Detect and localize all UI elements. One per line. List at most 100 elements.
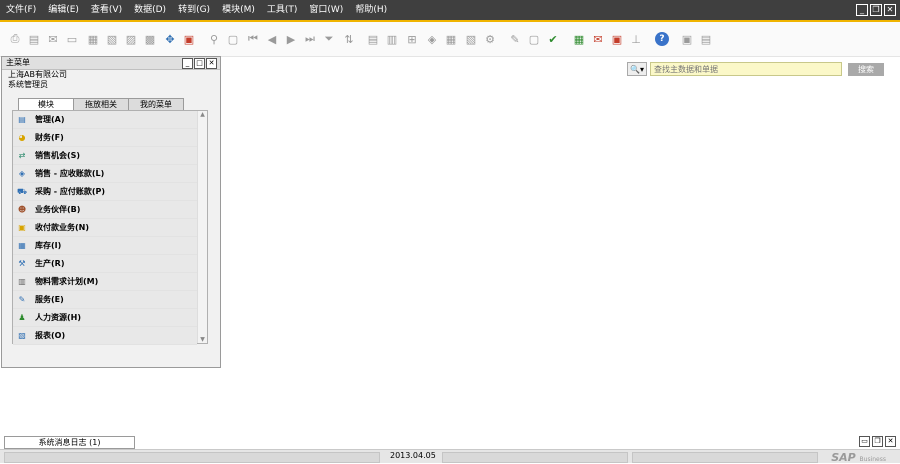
print-icon[interactable]: ▤ (27, 32, 41, 46)
menu-help[interactable]: 帮助(H) (349, 0, 393, 20)
production-icon: ⚒ (18, 259, 26, 268)
service-icon: ✎ (18, 295, 26, 304)
export-word-icon[interactable]: ▧ (105, 32, 119, 46)
sms-icon[interactable]: ▭ (65, 32, 79, 46)
module-label: 人力资源(H) (35, 313, 82, 322)
search-button[interactable]: 搜索 (848, 62, 884, 76)
module-label: 生产(R) (35, 259, 65, 268)
tab-my-menu[interactable]: 我的菜单 (128, 98, 184, 110)
status-bar: 2013.04.05 SAP Business (0, 449, 900, 464)
relationship-map-icon[interactable]: ⊞ (405, 32, 419, 46)
message-log-minimize-button[interactable]: ▭ (859, 436, 870, 447)
message-log-close-button[interactable]: ✕ (885, 436, 896, 447)
target-document-icon[interactable]: ▥ (385, 32, 399, 46)
calendar-icon[interactable]: ▦ (572, 32, 586, 46)
module-item-finance[interactable]: ◕ 财务(F) (13, 129, 197, 147)
chart-icon[interactable]: ▦ (444, 32, 458, 46)
scroll-up-icon[interactable]: ▲ (198, 111, 207, 118)
purchase-cart-icon: ⛟ (16, 186, 28, 196)
user-settings-icon[interactable]: ▤ (699, 32, 713, 46)
filter-icon[interactable]: ⏷ (322, 32, 336, 46)
close-window-button[interactable]: ✕ (884, 4, 896, 16)
user-name: 系统管理员 (8, 80, 48, 89)
move-icon[interactable]: ✥ (163, 32, 177, 46)
module-item-service[interactable]: ✎ 服务(E) (13, 291, 197, 309)
messages-icon[interactable]: ✉ (591, 32, 605, 46)
module-item-inventory[interactable]: ▦ 库存(I) (13, 237, 197, 255)
module-item-sales-ar[interactable]: ◈ 销售 - 应收账款(L) (13, 165, 197, 183)
menu-goto[interactable]: 转到(G) (172, 0, 216, 20)
menu-tools[interactable]: 工具(T) (261, 0, 304, 20)
lock-icon[interactable]: ▣ (182, 32, 196, 46)
settings-icon[interactable]: ⚙ (483, 32, 497, 46)
new-document-icon[interactable]: ▢ (527, 32, 541, 46)
menu-bar: 文件(F) 编辑(E) 查看(V) 数据(D) 转到(G) 模块(M) 工具(T… (0, 0, 900, 22)
main-menu-minimize-button[interactable]: _ (182, 58, 193, 69)
status-segment (442, 452, 628, 463)
toolbar: ⎙ ▤ ✉ ▭ ▦ ▧ ▨ ▩ ✥ ▣ ⚲ ▢ ⏮ ◀ ▶ ⏭ ⏷ ⇅ ▤ ▥ … (0, 22, 900, 57)
system-date: 2013.04.05 (390, 451, 436, 460)
main-menu-close-button[interactable]: ✕ (206, 58, 217, 69)
module-label: 报表(O) (35, 331, 66, 340)
approve-icon[interactable]: ✔ (546, 32, 560, 46)
main-menu-maximize-button[interactable]: □ (194, 58, 205, 69)
menu-data[interactable]: 数据(D) (128, 0, 172, 20)
find-icon[interactable]: ⚲ (207, 32, 221, 46)
module-item-banking[interactable]: ▣ 收付款业务(N) (13, 219, 197, 237)
module-item-reports[interactable]: ▧ 报表(O) (13, 327, 197, 345)
add-icon[interactable]: ▢ (226, 32, 240, 46)
module-item-administration[interactable]: ▤ 管理(A) (13, 111, 197, 129)
print-preview-icon[interactable]: ⎙ (8, 32, 22, 46)
payment-icon: ▣ (18, 223, 26, 232)
module-label: 销售机会(S) (35, 151, 81, 160)
first-record-icon[interactable]: ⏮ (246, 32, 260, 46)
tab-drag-relate[interactable]: 拖放相关 (73, 98, 129, 110)
sort-icon[interactable]: ⇅ (342, 32, 356, 46)
module-item-opportunities[interactable]: ⇄ 销售机会(S) (13, 147, 197, 165)
opportunity-icon: ⇄ (18, 151, 26, 160)
export-excel-icon[interactable]: ▨ (124, 32, 138, 46)
scroll-down-icon[interactable]: ▼ (198, 336, 207, 343)
module-item-production[interactable]: ⚒ 生产(R) (13, 255, 197, 273)
hr-icon: ♟ (18, 313, 26, 322)
minimize-window-button[interactable]: _ (856, 4, 868, 16)
layout-icon[interactable]: ▧ (464, 32, 478, 46)
org-chart-icon[interactable]: ⊥ (629, 32, 643, 46)
system-message-log-tab[interactable]: 系统消息日志 (1) (4, 436, 135, 449)
module-item-mrp[interactable]: ▥ 物料需求计划(M) (13, 273, 197, 291)
menu-window[interactable]: 窗口(W) (303, 0, 349, 20)
previous-record-icon[interactable]: ◀ (265, 32, 279, 46)
export-pdf-icon[interactable]: ▩ (143, 32, 157, 46)
lock-screen-icon[interactable]: ▣ (680, 32, 694, 46)
next-record-icon[interactable]: ▶ (284, 32, 298, 46)
module-label: 物料需求计划(M) (35, 277, 99, 286)
menu-edit[interactable]: 编辑(E) (42, 0, 85, 20)
tab-modules[interactable]: 模块 (18, 98, 74, 110)
module-label: 收付款业务(N) (35, 223, 90, 232)
module-item-human-resources[interactable]: ♟ 人力资源(H) (13, 309, 197, 327)
email-icon[interactable]: ✉ (46, 32, 60, 46)
module-list-scrollbar[interactable]: ▲ ▼ (197, 111, 207, 343)
main-menu-title: 主菜单 (6, 58, 30, 67)
edit-icon[interactable]: ✎ (508, 32, 522, 46)
module-item-purchasing-ap[interactable]: ⛟ 采购 - 应付账款(P) (13, 183, 197, 201)
base-document-icon[interactable]: ▤ (366, 32, 380, 46)
module-list: ▤ 管理(A) ◕ 财务(F) ⇄ 销售机会(S) ◈ 销售 - 应收账款(L)… (12, 110, 208, 345)
search-scope-dropdown[interactable]: 🔍▾ (627, 62, 647, 76)
alerts-icon[interactable]: ▣ (610, 32, 624, 46)
module-label: 采购 - 应付账款(P) (35, 187, 106, 196)
fax-icon[interactable]: ▦ (86, 32, 100, 46)
help-icon[interactable]: ? (655, 32, 669, 46)
menu-modules[interactable]: 模块(M) (216, 0, 261, 20)
module-item-business-partners[interactable]: ☻ 业务伙伴(B) (13, 201, 197, 219)
message-log-controls: ▭ ❐ ✕ (859, 436, 896, 447)
company-name: 上海AB有限公司 (8, 70, 67, 79)
gross-profit-icon[interactable]: ◈ (425, 32, 439, 46)
restore-window-button[interactable]: ❐ (870, 4, 882, 16)
message-log-restore-button[interactable]: ❐ (872, 436, 883, 447)
search-input[interactable] (650, 62, 842, 76)
inventory-icon: ▦ (18, 241, 26, 250)
menu-view[interactable]: 查看(V) (85, 0, 128, 20)
last-record-icon[interactable]: ⏭ (303, 32, 317, 46)
menu-file[interactable]: 文件(F) (0, 0, 42, 20)
